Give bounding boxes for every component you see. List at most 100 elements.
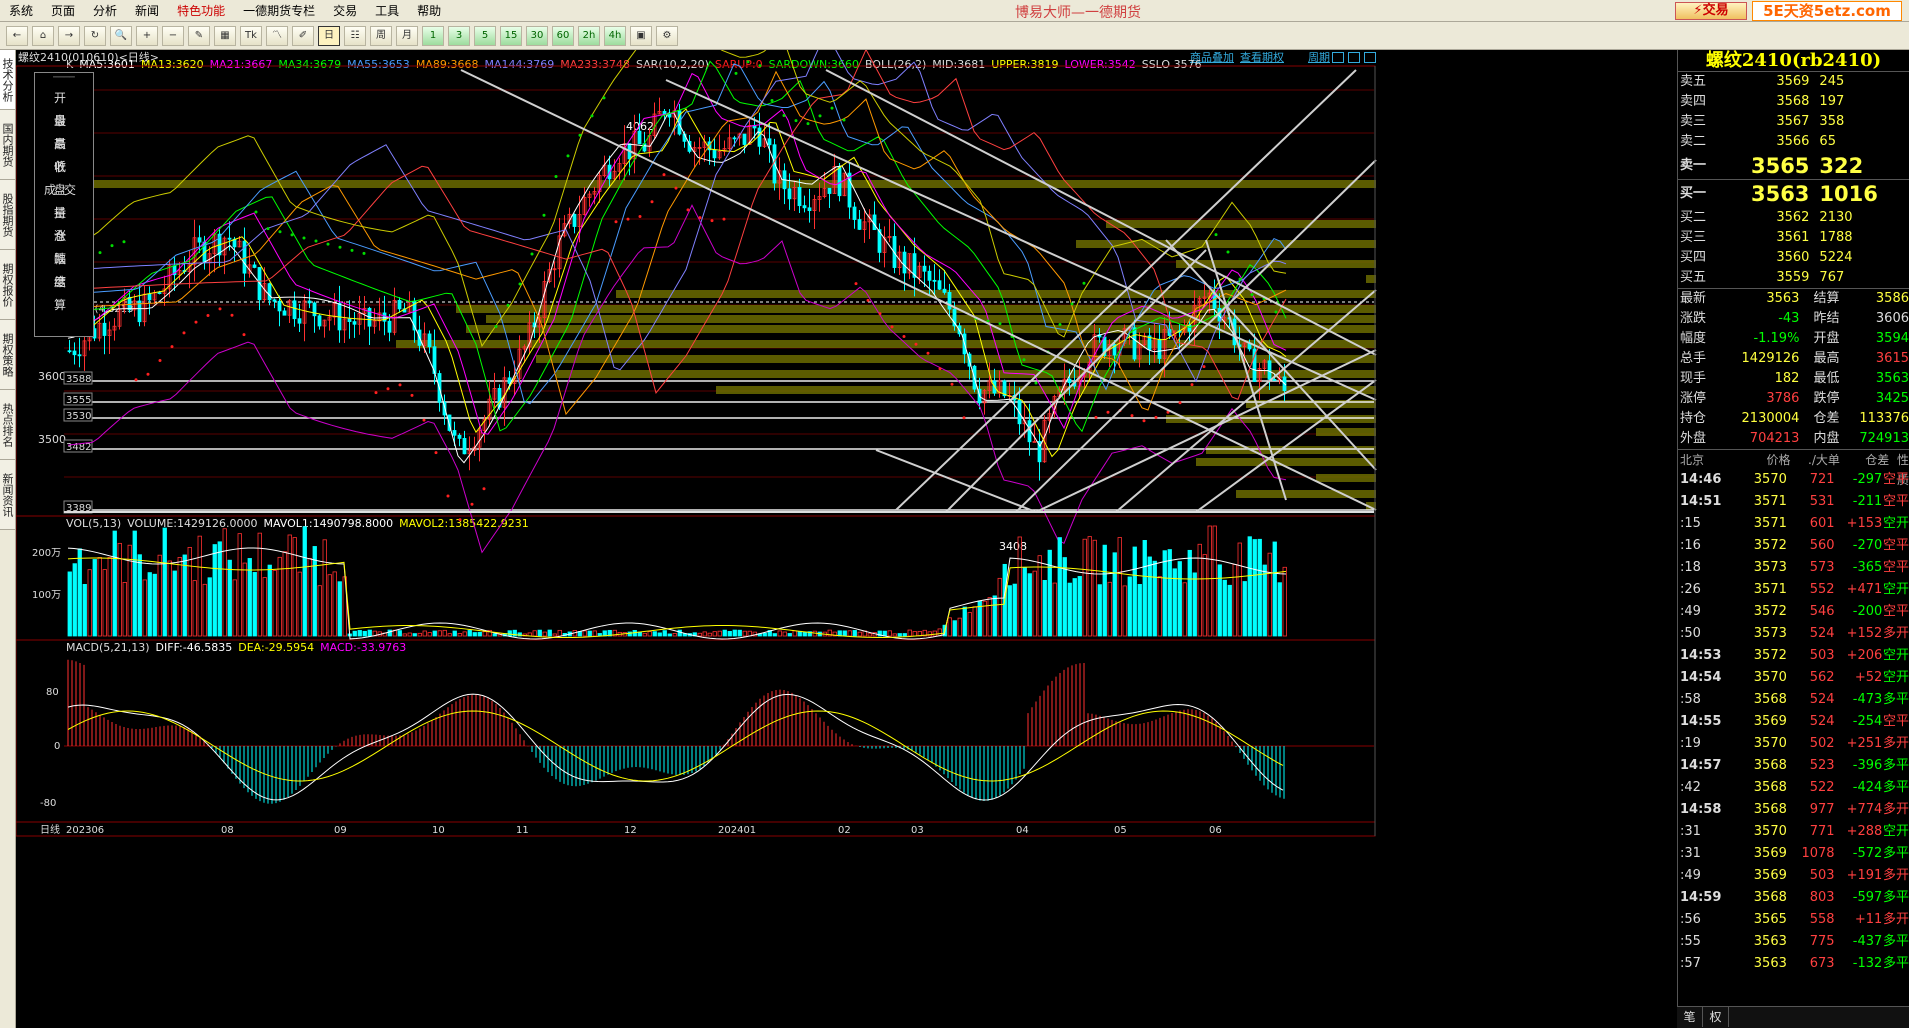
menu-item-1[interactable]: 页面 bbox=[42, 0, 84, 22]
bid5-row[interactable]: 买五 3559 767 bbox=[1678, 268, 1909, 288]
report-icon[interactable]: ▦ bbox=[214, 25, 236, 46]
calendar-icon[interactable]: ☷ bbox=[344, 25, 366, 46]
settings-icon[interactable]: ⚙ bbox=[656, 25, 678, 46]
weekly-icon[interactable]: 周 bbox=[370, 25, 392, 46]
tick-row[interactable]: :16 3572 560 -270 空平 bbox=[1678, 535, 1909, 557]
2h-icon[interactable]: 2h bbox=[578, 25, 600, 46]
15min-icon[interactable]: 15 bbox=[500, 25, 522, 46]
candle-down bbox=[942, 288, 947, 293]
tick-row[interactable]: :18 3573 573 -365 空平 bbox=[1678, 557, 1909, 579]
volume-bar-down bbox=[1127, 576, 1132, 637]
bottom-tab-1[interactable]: 权 bbox=[1703, 1007, 1729, 1027]
bid2-row[interactable]: 买二 3562 2130 bbox=[1678, 208, 1909, 228]
tick-row[interactable]: :58 3568 524 -473 多平 bbox=[1678, 689, 1909, 711]
menu-item-4[interactable]: 特色功能 bbox=[168, 0, 234, 22]
bottom-tab-0[interactable]: 笔 bbox=[1677, 1007, 1703, 1027]
forward-icon[interactable]: → bbox=[58, 25, 80, 46]
menu-item-3[interactable]: 新闻 bbox=[126, 0, 168, 22]
sidebar-tab-5[interactable]: 热点排名 bbox=[0, 390, 15, 460]
tick-time: :49 bbox=[1680, 604, 1701, 619]
tick-row[interactable]: 14:46 3570 721 -297 空平 bbox=[1678, 469, 1909, 491]
menu-item-0[interactable]: 系统 bbox=[0, 0, 42, 22]
candle-down bbox=[242, 240, 247, 274]
line-chart-icon[interactable]: 〽 bbox=[266, 25, 288, 46]
chart-area[interactable]: 螺纹2410(010610)<日线> 商品叠加 查看期权 周期 K MA5:360… bbox=[16, 50, 1676, 1028]
tick-row[interactable]: :42 3568 522 -424 多平 bbox=[1678, 777, 1909, 799]
tick-row[interactable]: 14:59 3568 803 -597 多平 bbox=[1678, 887, 1909, 909]
back-icon[interactable]: ← bbox=[6, 25, 28, 46]
4h-icon[interactable]: 4h bbox=[604, 25, 626, 46]
tick-list[interactable]: 北京 价格 ./大单 仓差 性质 14:46 3570 721 -297 空平 14:51 3571… bbox=[1678, 449, 1909, 975]
tick-row[interactable]: 14:55 3569 524 -254 空平 bbox=[1678, 711, 1909, 733]
menu-item-5[interactable]: 一德期货专栏 bbox=[234, 0, 324, 22]
sar-dot bbox=[386, 387, 390, 391]
tick-row[interactable]: :31 3569 1078 -572 多平 bbox=[1678, 843, 1909, 865]
volume-bar-up bbox=[457, 633, 462, 637]
refresh-icon[interactable]: ↻ bbox=[84, 25, 106, 46]
tick-row[interactable]: :55 3563 775 -437 多平 bbox=[1678, 931, 1909, 953]
tick-oi-change: +11 bbox=[1854, 912, 1883, 927]
sidebar-tab-6[interactable]: 新闻资讯 bbox=[0, 460, 15, 530]
volume-bar-up bbox=[742, 630, 747, 637]
tick-row[interactable]: :15 3571 601 +153 空开 bbox=[1678, 513, 1909, 535]
60min-icon[interactable]: 60 bbox=[552, 25, 574, 46]
volume-bar-down bbox=[1277, 582, 1282, 637]
bid3-row[interactable]: 买三 3561 1788 bbox=[1678, 228, 1909, 248]
bid1-row[interactable]: 买一 3563 1016 bbox=[1678, 180, 1909, 208]
tick-row[interactable]: 14:51 3571 531 -211 空平 bbox=[1678, 491, 1909, 513]
daily-icon[interactable]: 日 bbox=[318, 25, 340, 46]
bid4-row[interactable]: 买四 3560 5224 bbox=[1678, 248, 1909, 268]
tick-row[interactable]: 14:58 3568 977 +774 多开 bbox=[1678, 799, 1909, 821]
sar-dot bbox=[998, 322, 1002, 326]
tick-row[interactable]: 14:57 3568 523 -396 多平 bbox=[1678, 755, 1909, 777]
sidebar-tab-0[interactable]: 技术分析 bbox=[0, 50, 15, 110]
sidebar-tab-2[interactable]: 股指期货 bbox=[0, 180, 15, 250]
3min-icon[interactable]: 3 bbox=[448, 25, 470, 46]
volume-bar-up bbox=[1117, 537, 1122, 637]
ask1-row[interactable]: 卖一 3565 322 bbox=[1678, 152, 1909, 180]
ask2-row[interactable]: 卖二 3566 65 bbox=[1678, 132, 1909, 152]
ask4-row[interactable]: 卖四 3568 197 bbox=[1678, 92, 1909, 112]
menu-item-2[interactable]: 分析 bbox=[84, 0, 126, 22]
volume-bar-up bbox=[912, 631, 917, 637]
zoom-in-icon[interactable]: + bbox=[136, 25, 158, 46]
sidebar-tab-1[interactable]: 国内期货 bbox=[0, 110, 15, 180]
menu-item-8[interactable]: 帮助 bbox=[408, 0, 450, 22]
tick-row[interactable]: :19 3570 502 +251 多开 bbox=[1678, 733, 1909, 755]
tick-row[interactable]: :57 3563 673 -132 多平 bbox=[1678, 953, 1909, 975]
sidebar-tab-3[interactable]: 期权报价 bbox=[0, 250, 15, 320]
volume-bar-up bbox=[242, 562, 247, 637]
tick-row[interactable]: 14:54 3570 562 +52 空开 bbox=[1678, 667, 1909, 689]
tick-row[interactable]: :56 3565 558 +11 多开 bbox=[1678, 909, 1909, 931]
tick-icon[interactable]: Tk bbox=[240, 25, 262, 46]
trade-button[interactable]: ⚡交易 bbox=[1675, 2, 1747, 20]
volume-bar-up bbox=[282, 551, 287, 637]
right-bottom-tabs: 笔权 bbox=[1677, 1006, 1909, 1028]
ask5-row[interactable]: 卖五 3569 245 bbox=[1678, 72, 1909, 92]
menu-item-6[interactable]: 交易 bbox=[324, 0, 366, 22]
draw-tool-icon[interactable]: ✐ bbox=[292, 25, 314, 46]
tick-row[interactable]: :26 3571 552 +471 空开 bbox=[1678, 579, 1909, 601]
menu-item-7[interactable]: 工具 bbox=[366, 0, 408, 22]
sar-dot bbox=[650, 200, 654, 204]
sidebar-tab-4[interactable]: 期权策略 bbox=[0, 320, 15, 390]
30min-icon[interactable]: 30 bbox=[526, 25, 548, 46]
tick-vol: 977 bbox=[1809, 802, 1835, 817]
1min-icon[interactable]: 1 bbox=[422, 25, 444, 46]
bid-book: 买二 3562 2130 买三 3561 1788 买四 3560 5224 买五 3559 767 bbox=[1678, 208, 1909, 289]
monthly-icon[interactable]: 月 bbox=[396, 25, 418, 46]
volume-bar-down bbox=[67, 571, 72, 637]
draw-icon[interactable]: ✎ bbox=[188, 25, 210, 46]
tick-row[interactable]: :31 3570 771 +288 空开 bbox=[1678, 821, 1909, 843]
search-icon[interactable]: 🔍 bbox=[110, 25, 132, 46]
stat-label-a: 持仓 bbox=[1680, 411, 1707, 426]
zoom-out-icon[interactable]: − bbox=[162, 25, 184, 46]
tick-row[interactable]: :49 3569 503 +191 多开 bbox=[1678, 865, 1909, 887]
tick-row[interactable]: :49 3572 546 -200 空平 bbox=[1678, 601, 1909, 623]
home-icon[interactable]: ⌂ bbox=[32, 25, 54, 46]
ask3-row[interactable]: 卖三 3567 358 bbox=[1678, 112, 1909, 132]
5min-icon[interactable]: 5 bbox=[474, 25, 496, 46]
multi-period-icon[interactable]: ▣ bbox=[630, 25, 652, 46]
tick-row[interactable]: :50 3573 524 +152 多开 bbox=[1678, 623, 1909, 645]
tick-row[interactable]: 14:53 3572 503 +206 空开 bbox=[1678, 645, 1909, 667]
